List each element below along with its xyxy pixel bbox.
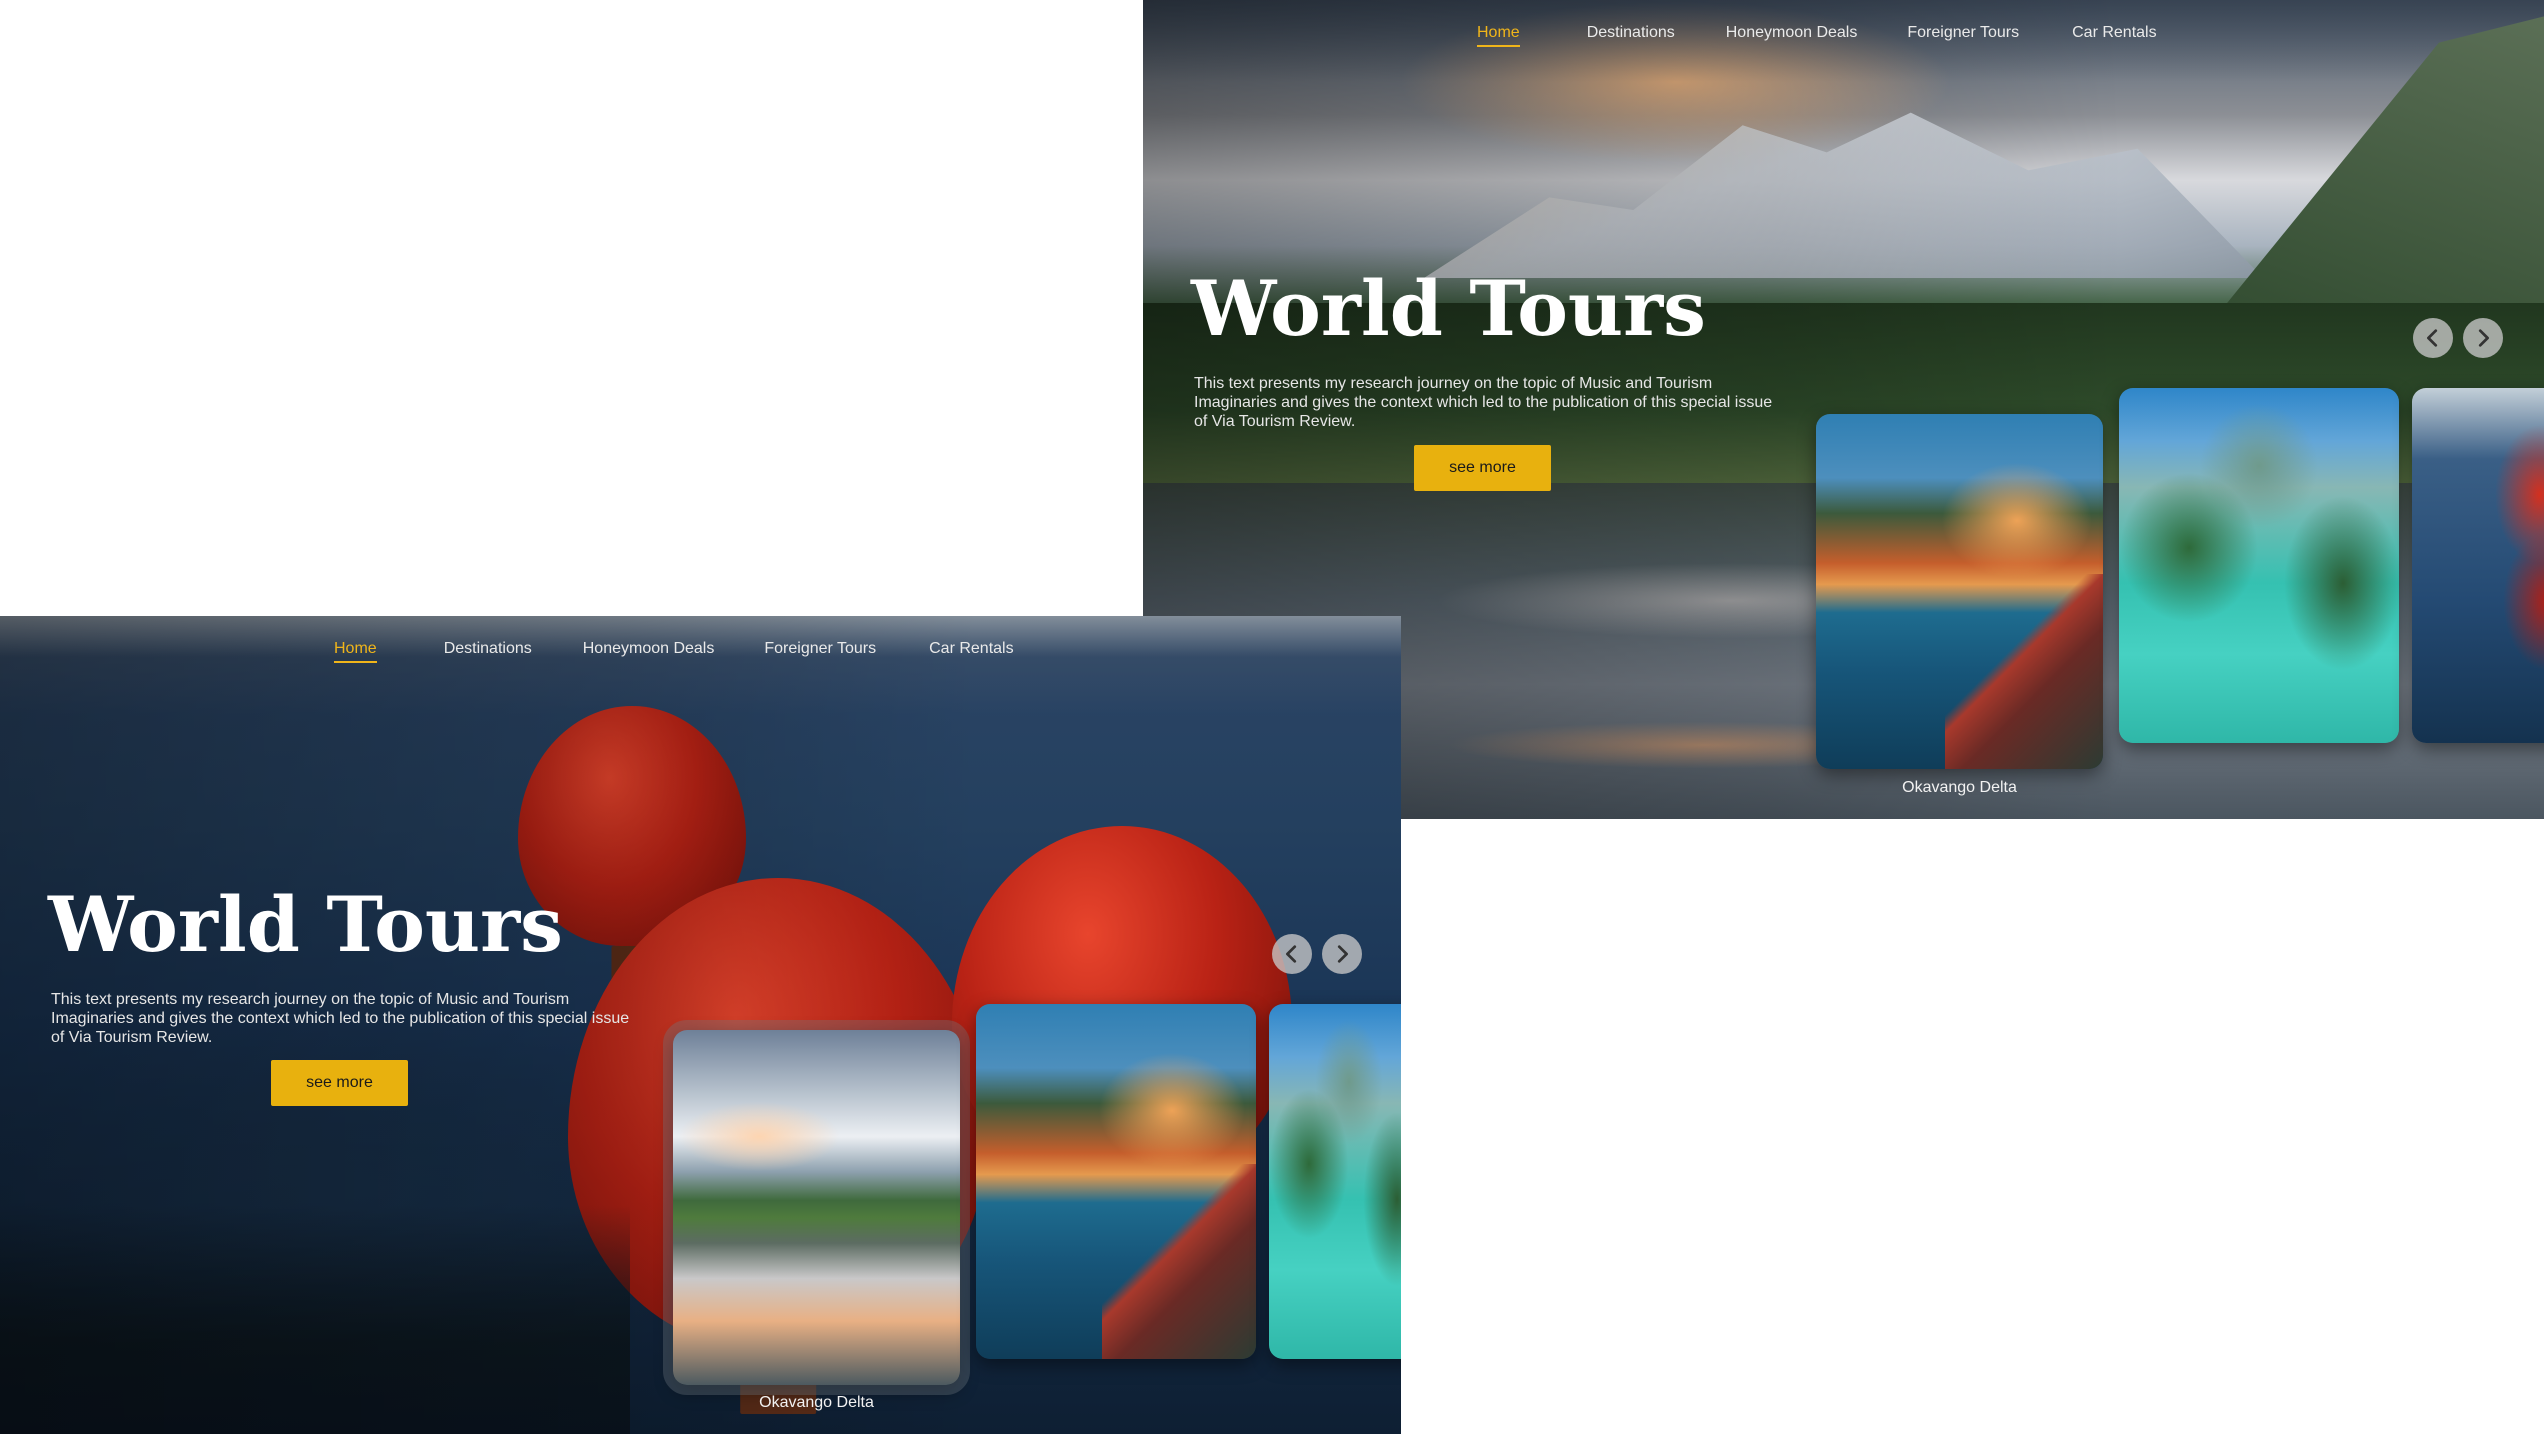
carousel-next-button[interactable]	[2463, 318, 2503, 358]
card-image-bay	[1269, 1004, 1401, 1359]
nav-home[interactable]: Home	[1477, 24, 1520, 47]
nav-foreigner-tours[interactable]: Foreigner Tours	[1907, 24, 2019, 42]
see-more-button[interactable]: see more	[271, 1060, 408, 1106]
nav-destinations[interactable]: Destinations	[1587, 24, 1675, 42]
carousel-card-bay[interactable]	[1269, 1004, 1401, 1359]
see-more-button[interactable]: see more	[1414, 445, 1551, 491]
screenshot-balloon-slide: Home Destinations Honeymoon Deals Foreig…	[0, 616, 1401, 1434]
card-image-bay	[2119, 388, 2399, 743]
card-caption: Okavango Delta	[759, 1394, 874, 1411]
hero-title: World Tours	[1191, 264, 1706, 353]
nav-honeymoon-deals[interactable]: Honeymoon Deals	[1726, 24, 1858, 42]
card-image-lake-town	[1816, 414, 2103, 769]
card-image-balloons	[2412, 388, 2544, 743]
nav-home[interactable]: Home	[334, 640, 377, 663]
chevron-left-icon	[1286, 945, 1297, 963]
nav-car-rentals[interactable]: Car Rentals	[2072, 24, 2156, 42]
carousel-card-balloons[interactable]	[2412, 388, 2544, 743]
nav-honeymoon-deals[interactable]: Honeymoon Deals	[583, 640, 715, 658]
main-nav: Home Destinations Honeymoon Deals Foreig…	[1477, 24, 2157, 47]
card-image-lake-town	[976, 1004, 1256, 1359]
carousel-prev-button[interactable]	[1272, 934, 1312, 974]
carousel-card-lake-town[interactable]	[976, 1004, 1256, 1359]
card-image-mountain	[673, 1030, 960, 1385]
chevron-left-icon	[2427, 329, 2438, 347]
chevron-right-icon	[1337, 945, 1348, 963]
carousel-prev-button[interactable]	[2413, 318, 2453, 358]
chevron-right-icon	[2478, 329, 2489, 347]
carousel-card-mountain[interactable]	[663, 1020, 970, 1395]
carousel-card-bay[interactable]	[2119, 388, 2399, 743]
carousel-card-lake-town[interactable]	[1816, 414, 2103, 769]
hero-description: This text presents my research journey o…	[1194, 375, 1773, 430]
card-caption: Okavango Delta	[1902, 779, 2017, 796]
main-nav: Home Destinations Honeymoon Deals Foreig…	[334, 640, 1014, 663]
nav-car-rentals[interactable]: Car Rentals	[929, 640, 1013, 658]
nav-destinations[interactable]: Destinations	[444, 640, 532, 658]
hero-title: World Tours	[48, 880, 563, 969]
hero-description: This text presents my research journey o…	[51, 991, 630, 1046]
carousel-next-button[interactable]	[1322, 934, 1362, 974]
nav-foreigner-tours[interactable]: Foreigner Tours	[764, 640, 876, 658]
